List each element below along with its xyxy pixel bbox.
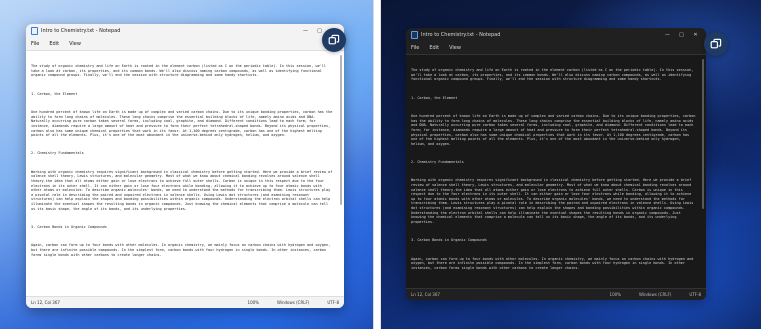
menu-edit[interactable]: Edit <box>429 45 439 51</box>
menu-view[interactable]: View <box>69 41 81 47</box>
close-button[interactable]: ✕ <box>690 32 701 38</box>
heading-chemistry-fundamentals: 2. Chemistry Fundamentals <box>31 151 84 156</box>
title-bar: Intro to Chemistry.txt - Notepad — □ ✕ <box>406 28 706 42</box>
menu-file[interactable]: File <box>31 41 39 47</box>
paragraph-intro: The study of organic chemistry and life … <box>31 64 329 78</box>
line-ending: Windows (CRLF) <box>638 292 672 297</box>
zoom-level: 100% <box>609 292 621 297</box>
vertical-scrollbar[interactable] <box>702 59 704 209</box>
minimize-button[interactable]: — <box>662 32 673 38</box>
document-text: The study of organic chemistry and life … <box>31 55 334 271</box>
paragraph-carbon-element: One hundred percent of known life on Ear… <box>31 110 335 138</box>
status-bar: Ln 12, Col 367 100% Windows (CRLF) UTF-8 <box>406 288 706 300</box>
paragraph-carbon-bonds: Again, carbon can form up to four bonds … <box>31 243 333 257</box>
screenshot-panel-dark: Intro to Chemistry.txt - Notepad — □ ✕ F… <box>380 0 761 329</box>
document-text: The study of organic chemistry and life … <box>411 59 696 284</box>
screenshot-panel-light: Intro to Chemistry.txt - Notepad — □ ✕ F… <box>0 0 374 329</box>
notepad-window: Intro to Chemistry.txt - Notepad — □ ✕ F… <box>406 28 706 300</box>
encoding: UTF-8 <box>689 292 701 297</box>
heading-chemistry-fundamentals: 2. Chemistry Fundamentals <box>411 160 464 165</box>
vertical-scrollbar[interactable] <box>340 55 342 205</box>
minimize-button[interactable]: — <box>300 28 311 34</box>
title-bar: Intro to Chemistry.txt - Notepad — □ ✕ <box>26 24 344 38</box>
notepad-window: Intro to Chemistry.txt - Notepad — □ ✕ F… <box>26 24 344 308</box>
text-editor[interactable]: The study of organic chemistry and life … <box>26 51 344 296</box>
copy-button[interactable] <box>322 28 346 52</box>
zoom-level: 100% <box>247 300 259 305</box>
menu-file[interactable]: File <box>411 45 419 51</box>
copy-icon <box>328 34 340 45</box>
heading-carbon-bonds: 3. Carbon Bonds in Organic Compounds <box>31 224 107 229</box>
encoding: UTF-8 <box>327 300 339 305</box>
heading-carbon-element: 1. Carbon, the Element <box>31 91 78 96</box>
menu-bar: File Edit View <box>26 38 344 51</box>
status-bar: Ln 12, Col 367 100% Windows (CRLF) UTF-8 <box>26 296 344 308</box>
notepad-app-icon <box>411 31 418 39</box>
window-title: Intro to Chemistry.txt - Notepad <box>41 28 121 34</box>
heading-carbon-bonds: 3. Carbon Bonds in Organic Compounds <box>411 238 487 243</box>
heading-carbon-element: 1. Carbon, the Element <box>411 95 458 100</box>
line-ending: Windows (CRLF) <box>276 300 310 305</box>
window-title: Intro to Chemistry.txt - Notepad <box>421 32 501 38</box>
copy-icon <box>710 38 722 49</box>
notepad-app-icon <box>31 27 38 35</box>
maximize-button[interactable]: □ <box>676 32 687 38</box>
text-editor[interactable]: The study of organic chemistry and life … <box>406 55 706 288</box>
paragraph-carbon-bonds: Again, carbon can form up to four bonds … <box>411 256 696 270</box>
copy-button[interactable] <box>704 32 728 56</box>
menu-bar: File Edit View <box>406 42 706 55</box>
paragraph-carbon-element: One hundred percent of known life on Ear… <box>411 114 698 146</box>
cursor-position: Ln 12, Col 367 <box>31 300 60 305</box>
menu-edit[interactable]: Edit <box>49 41 59 47</box>
paragraph-intro: The study of organic chemistry and life … <box>411 68 696 82</box>
menu-view[interactable]: View <box>449 45 461 51</box>
paragraph-chemistry-fundamentals: Working with organic chemistry requires … <box>411 178 696 224</box>
paragraph-chemistry-fundamentals: Working with organic chemistry requires … <box>31 169 335 211</box>
cursor-position: Ln 12, Col 367 <box>411 292 440 297</box>
